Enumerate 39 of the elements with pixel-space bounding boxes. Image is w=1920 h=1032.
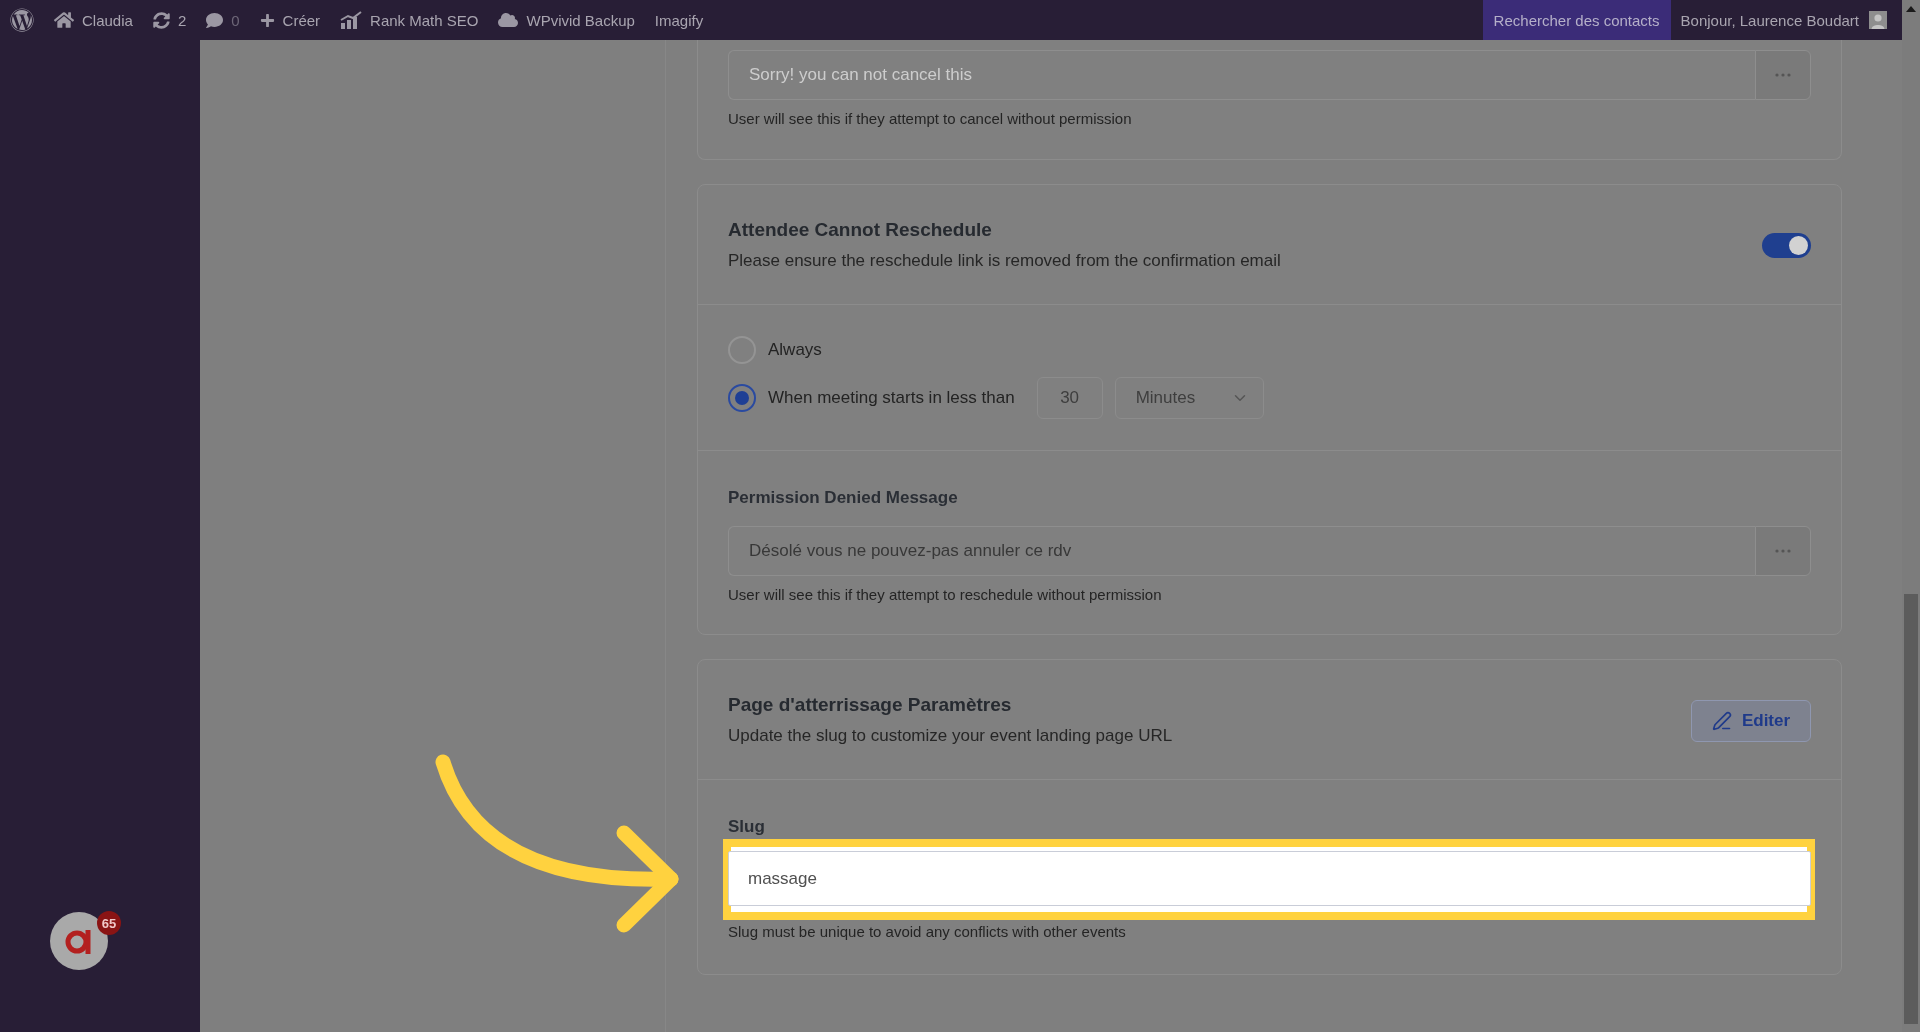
scrollbar-thumb[interactable] (1904, 594, 1918, 1024)
section-description: Update the slug to customize your event landing page URL (728, 725, 1173, 747)
field-hint: User will see this if they attempt to reschedule without permission (728, 585, 1162, 605)
more-icon (1775, 73, 1791, 77)
logo-icon[interactable] (10, 8, 34, 32)
bar-chart-icon (340, 11, 363, 29)
notification-badge: 65 (97, 911, 121, 935)
new-content-link[interactable]: Créer (249, 0, 331, 40)
section-title: Page d'atterrissage Paramètres (728, 693, 1012, 717)
message-field[interactable]: Sorry! you can not cancel this (728, 50, 1755, 100)
backup-menu-link[interactable]: WPvivid Backup (488, 0, 645, 40)
toggle-switch[interactable] (1762, 233, 1811, 258)
scroll-up-icon[interactable] (1906, 6, 1916, 12)
more-icon (1775, 549, 1791, 553)
home-icon (54, 10, 74, 30)
option-label: Always (768, 340, 822, 360)
field-label: Permission Denied Message (728, 487, 958, 509)
admin-bar-link[interactable]: Imagify (644, 0, 714, 40)
updates-link[interactable]: 2 (142, 0, 197, 40)
pencil-icon (1711, 710, 1732, 731)
contact-search-button[interactable]: Rechercher des contacts (1482, 0, 1671, 40)
account-menu-link[interactable]: Bonjour, Laurence Boudart (1670, 0, 1902, 40)
plus-icon (259, 12, 275, 28)
field-hint: Slug must be unique to avoid any conflicts with other events (728, 922, 1126, 942)
slug-field[interactable]: massage (728, 851, 1811, 906)
section-description: Please ensure the reschedule link is removed from the confirmation email (728, 250, 1281, 272)
seo-menu-link[interactable]: Rank Math SEO (330, 0, 489, 40)
option-label: When meeting starts in less than (768, 388, 1015, 408)
cloud-icon (498, 10, 519, 30)
section-title: Attendee Cannot Reschedule (728, 218, 992, 242)
more-button[interactable] (1755, 50, 1811, 100)
more-button[interactable] (1755, 526, 1811, 576)
refresh-icon (152, 11, 170, 29)
site-name-link[interactable]: Claudia (44, 0, 143, 40)
comment-icon (206, 11, 224, 29)
field-hint: User will see this if they attempt to cancel without permission (728, 109, 1132, 129)
user-avatar-icon (1869, 11, 1887, 29)
radio-button[interactable] (728, 384, 756, 412)
field-label: Slug (728, 816, 765, 838)
